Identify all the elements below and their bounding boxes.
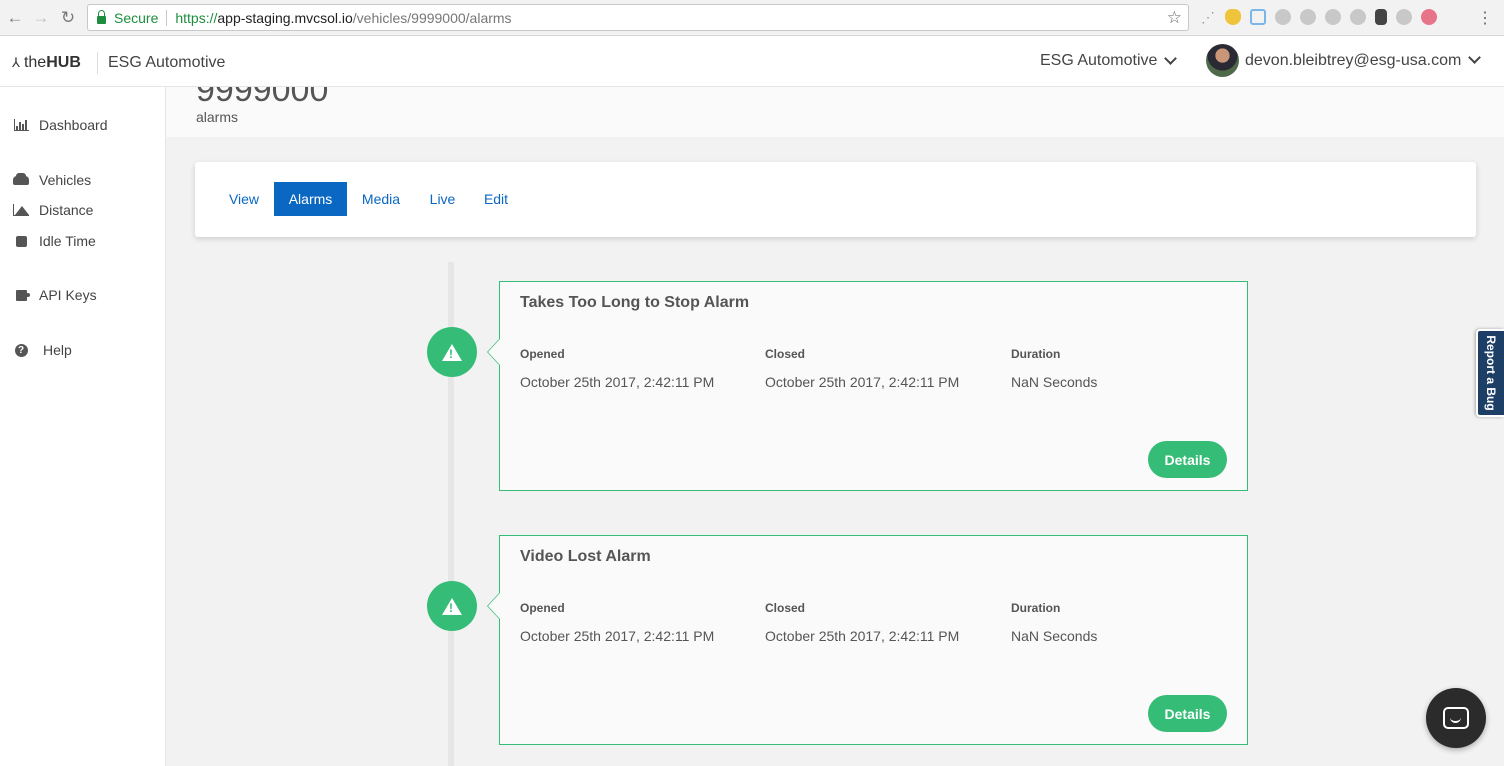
closed-label: Closed — [765, 347, 806, 361]
details-button[interactable]: Details — [1148, 695, 1227, 732]
bookmark-star-icon[interactable]: ☆ — [1167, 8, 1182, 28]
sidebar-item-help[interactable]: ? Help — [12, 342, 72, 358]
main-content: 9999000 alarms View Alarms Media Live Ed… — [166, 87, 1504, 766]
organization-dropdown[interactable]: ESG Automotive — [1040, 51, 1178, 70]
extension-icon[interactable]: ⋰ — [1200, 9, 1216, 25]
closed-value: October 25th 2017, 2:42:11 PM — [765, 374, 960, 390]
chevron-down-icon — [1468, 51, 1482, 64]
question-circle-icon: ? — [12, 343, 30, 357]
opened-label: Opened — [520, 347, 565, 361]
chat-icon — [1443, 707, 1469, 729]
bulb-extension-icon[interactable] — [1225, 9, 1241, 25]
org-title: ESG Automotive — [108, 54, 226, 71]
warning-icon — [442, 343, 462, 361]
logo-text-prefix: the — [23, 54, 47, 71]
card-pointer — [487, 592, 500, 620]
extension-icon[interactable] — [1375, 9, 1387, 25]
url-separator — [166, 9, 168, 26]
page-header: 9999000 alarms — [166, 87, 1504, 137]
tab-view[interactable]: View — [221, 182, 267, 216]
stop-icon — [12, 234, 30, 248]
sidebar-item-label: Vehicles — [39, 172, 92, 188]
puzzle-icon — [12, 288, 30, 302]
sidebar-item-api-keys[interactable]: API Keys — [12, 287, 97, 303]
page-subtitle: alarms — [196, 109, 239, 125]
url-host: app-staging.mvcsol.io — [217, 9, 353, 26]
chevron-down-icon — [1164, 51, 1178, 65]
duration-value: NaN Seconds — [1011, 374, 1098, 390]
organization-dropdown-label: ESG Automotive — [1040, 52, 1158, 69]
alarm-title: Video Lost Alarm — [520, 548, 651, 565]
url-scheme: https:// — [175, 9, 218, 26]
address-bar[interactable]: Secure https://app-staging.mvcsol.io/veh… — [87, 4, 1189, 31]
browser-menu-icon[interactable]: ⋮ — [1477, 8, 1493, 28]
sidebar: Dashboard Vehicles Distance Idle Time AP… — [0, 87, 166, 766]
timeline-marker — [427, 327, 477, 377]
tab-live[interactable]: Live — [424, 182, 461, 216]
closed-label: Closed — [765, 601, 806, 615]
extension-icon[interactable] — [1396, 9, 1412, 25]
alarm-card: Takes Too Long to Stop Alarm Opened Octo… — [487, 281, 1248, 491]
tab-bar: View Alarms Media Live Edit — [195, 162, 1476, 237]
sidebar-item-label: Help — [43, 342, 72, 358]
report-bug-label: Report a Bug — [1484, 335, 1498, 411]
extensions-bar: ⋰ — [1200, 9, 1437, 25]
alarm-card: Video Lost Alarm Opened October 25th 201… — [487, 535, 1248, 745]
sidebar-item-distance[interactable]: Distance — [12, 202, 93, 218]
sidebar-item-label: Idle Time — [39, 233, 96, 249]
extension-icon[interactable] — [1350, 9, 1366, 25]
hub-logo-icon: ⅄ — [12, 55, 20, 70]
url-path: /vehicles/9999000/alarms — [352, 9, 512, 26]
sidebar-item-label: Distance — [39, 202, 94, 218]
duration-label: Duration — [1011, 601, 1061, 615]
duration-label: Duration — [1011, 347, 1061, 361]
closed-value: October 25th 2017, 2:42:11 PM — [765, 628, 960, 644]
opened-value: October 25th 2017, 2:42:11 PM — [520, 628, 715, 644]
sidebar-item-label: Dashboard — [39, 117, 108, 133]
timeline-marker — [427, 581, 477, 631]
sidebar-item-dashboard[interactable]: Dashboard — [12, 117, 108, 133]
pen-extension-icon[interactable] — [1250, 9, 1266, 25]
user-menu[interactable]: devon.bleibtrey@esg-usa.com — [1206, 44, 1482, 77]
extension-icon[interactable] — [1325, 9, 1341, 25]
extension-icon[interactable] — [1275, 9, 1291, 25]
report-bug-button[interactable]: Report a Bug — [1476, 329, 1504, 417]
app-logo[interactable]: ⅄ the HUB — [12, 54, 81, 72]
avatar — [1206, 44, 1239, 77]
card-pointer — [487, 338, 500, 366]
logo-text-bold: HUB — [46, 54, 81, 71]
secure-label: Secure — [114, 9, 159, 26]
chat-launcher-button[interactable] — [1426, 688, 1486, 748]
opened-label: Opened — [520, 601, 565, 615]
bar-chart-icon — [12, 118, 30, 132]
sidebar-item-idle-time[interactable]: Idle Time — [12, 233, 96, 249]
app-header: ⅄ the HUB ESG Automotive ESG Automotive d… — [0, 36, 1504, 87]
area-chart-icon — [12, 203, 30, 217]
back-icon[interactable]: ← — [4, 7, 26, 29]
duration-value: NaN Seconds — [1011, 628, 1098, 644]
lock-icon — [97, 9, 106, 24]
warning-icon — [442, 597, 462, 615]
alarm-title: Takes Too Long to Stop Alarm — [520, 294, 750, 311]
sidebar-item-vehicles[interactable]: Vehicles — [12, 172, 91, 188]
header-divider — [97, 52, 98, 74]
user-email: devon.bleibtrey@esg-usa.com — [1245, 51, 1462, 69]
page-title: 9999000 — [196, 87, 329, 109]
tab-edit[interactable]: Edit — [479, 182, 513, 216]
tab-alarms[interactable]: Alarms — [274, 182, 347, 216]
opened-value: October 25th 2017, 2:42:11 PM — [520, 374, 715, 390]
browser-toolbar: ← → ↻ Secure https://app-staging.mvcsol.… — [0, 0, 1504, 36]
extension-icon[interactable] — [1300, 9, 1316, 25]
forward-icon[interactable]: → — [30, 7, 52, 29]
car-icon — [12, 172, 30, 187]
sidebar-item-label: API Keys — [39, 287, 97, 303]
details-button[interactable]: Details — [1148, 441, 1227, 478]
tab-media[interactable]: Media — [354, 182, 408, 216]
extension-icon[interactable] — [1421, 9, 1437, 25]
reload-icon[interactable]: ↻ — [57, 7, 79, 29]
